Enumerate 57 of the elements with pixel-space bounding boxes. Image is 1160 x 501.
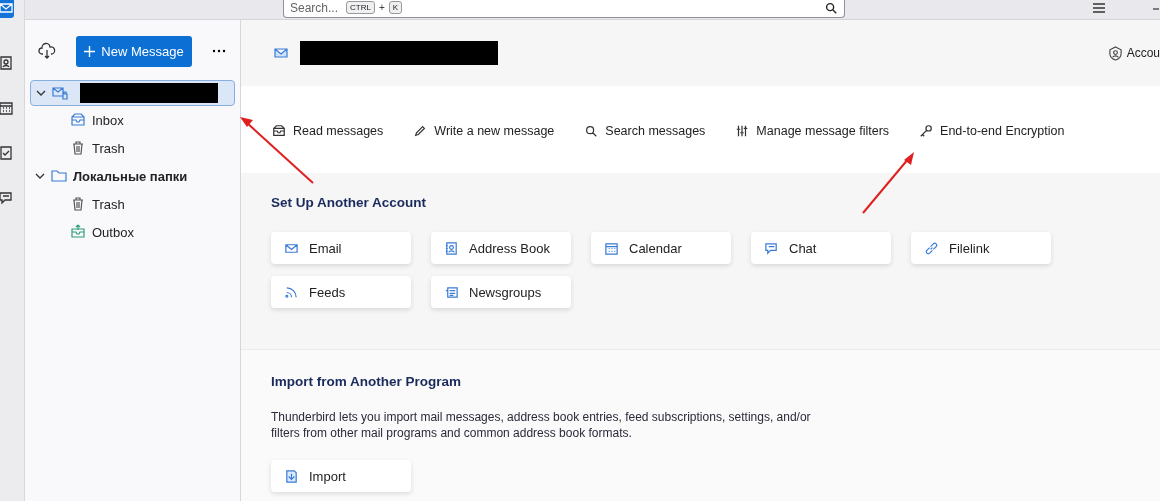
calendar-icon xyxy=(604,240,619,256)
keyboard-key: K xyxy=(388,1,403,14)
space-icon[interactable] xyxy=(0,55,14,71)
space-icon[interactable] xyxy=(0,100,14,116)
folder-row[interactable]: Локальные папки xyxy=(30,162,235,190)
folder-name: Локальные папки xyxy=(73,168,188,184)
link-icon xyxy=(924,240,939,256)
newspaper-icon xyxy=(444,284,459,300)
import-description: Thunderbird lets you import mail messages, address book entries, feed subscriptions, settings, and/or filters from other mail programs and common address book formats. xyxy=(271,409,811,441)
mail-icon xyxy=(272,45,290,61)
chevron-icon[interactable] xyxy=(36,88,46,98)
account-type-button[interactable]: Feeds xyxy=(271,276,411,308)
folder-item[interactable]: Trash xyxy=(30,190,235,218)
menu-icon[interactable] xyxy=(1092,2,1106,14)
feed-icon xyxy=(284,284,299,300)
account-type-button[interactable]: Filelink xyxy=(911,232,1051,264)
action-link[interactable]: Search messages xyxy=(584,123,706,138)
search-icon[interactable] xyxy=(824,0,838,15)
pencil-icon xyxy=(413,123,428,138)
cloud-download-icon[interactable] xyxy=(38,42,56,60)
keyboard-key: CTRL xyxy=(346,1,375,14)
account-shield-icon xyxy=(1107,45,1123,61)
search-field[interactable]: Search... CTRL + K xyxy=(283,0,845,18)
action-link[interactable]: End-to-end Encryption xyxy=(919,123,1065,138)
chat-icon xyxy=(764,240,779,256)
key-icon xyxy=(919,123,934,138)
account-type-button[interactable]: Newsgroups xyxy=(431,276,571,308)
account-type-button[interactable]: Email xyxy=(271,232,411,264)
space-icon[interactable] xyxy=(0,190,14,206)
account-type-button[interactable]: Chat xyxy=(751,232,891,264)
minimize-icon[interactable] xyxy=(1153,7,1159,11)
import-button[interactable]: Import xyxy=(271,460,411,492)
chevron-icon[interactable] xyxy=(35,171,45,181)
space-icon[interactable] xyxy=(0,145,14,161)
action-link[interactable]: Manage message filters xyxy=(735,123,890,138)
account-type-button[interactable]: Calendar xyxy=(591,232,731,264)
address-book-icon xyxy=(444,240,459,256)
folder-row[interactable] xyxy=(30,80,235,106)
action-link[interactable]: Write a new message xyxy=(413,123,555,138)
section-heading: Import from Another Program xyxy=(271,374,462,389)
folder-item[interactable]: Outbox xyxy=(30,218,235,246)
search-icon xyxy=(584,123,599,138)
folder-item[interactable]: Inbox xyxy=(30,106,235,134)
folder-item[interactable]: Trash xyxy=(30,134,235,162)
space-icon[interactable] xyxy=(0,0,14,18)
annotation-arrow xyxy=(862,152,914,214)
new-message-button[interactable]: New Message xyxy=(76,35,192,67)
account-type-button[interactable]: Address Book xyxy=(431,232,571,264)
section-heading: Set Up Another Account xyxy=(271,195,427,210)
plus-icon xyxy=(84,45,96,57)
shortcut-plus: + xyxy=(378,2,385,13)
more-icon[interactable] xyxy=(212,49,226,53)
action-link[interactable]: Read messages xyxy=(272,123,384,138)
import-icon xyxy=(284,468,299,484)
account-settings-link[interactable]: Accou xyxy=(1107,45,1160,61)
inbox-icon xyxy=(272,123,286,138)
sliders-icon xyxy=(735,123,750,138)
